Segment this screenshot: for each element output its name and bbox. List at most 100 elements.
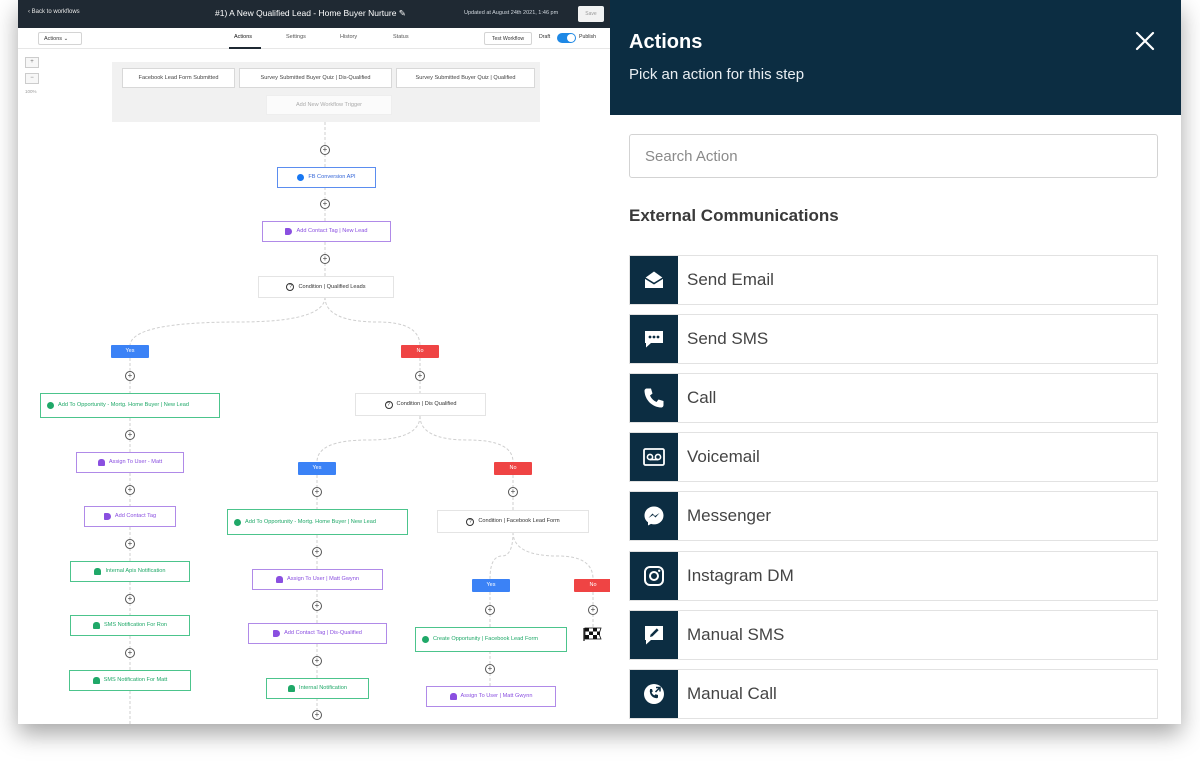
finish-flag-icon xyxy=(583,627,602,641)
add-step-plus-icon[interactable]: + xyxy=(312,710,322,720)
node-label: SMS Notification For Ron xyxy=(103,622,168,628)
trigger-facebook-lead-form[interactable]: Facebook Lead Form Submitted xyxy=(122,68,235,88)
node-add-tag-dis-qualified[interactable]: Add Contact Tag | Dis-Qualified xyxy=(248,623,387,644)
add-step-plus-icon[interactable]: + xyxy=(125,485,135,495)
panel-header: Actions Pick an action for this step xyxy=(610,0,1181,115)
instagram-icon xyxy=(630,552,678,600)
dollar-icon xyxy=(422,636,429,643)
add-step-plus-icon[interactable]: + xyxy=(415,371,425,381)
node-condition-qualified-leads[interactable]: ? Condition | Qualified Leads xyxy=(258,276,394,298)
add-step-plus-icon[interactable]: + xyxy=(125,539,135,549)
dollar-icon xyxy=(47,402,54,409)
node-add-to-opportunity-2[interactable]: Add To Opportunity - Mortg. Home Buyer |… xyxy=(227,509,408,535)
facebook-icon xyxy=(297,174,305,181)
action-label: Call xyxy=(687,388,717,407)
question-circle-icon: ? xyxy=(286,283,295,291)
action-manual-call[interactable]: Manual Call xyxy=(629,669,1158,719)
trigger-survey-dis-qualified[interactable]: Survey Submitted Buyer Quiz | Dis-Qualif… xyxy=(239,68,392,88)
node-assign-user-matt-gwynn[interactable]: Assign To User | Matt Gwynn xyxy=(252,569,383,590)
add-workflow-trigger-button[interactable]: Add New Workflow Trigger xyxy=(266,95,392,115)
branch-no-badge: No xyxy=(494,462,532,475)
action-label: Send Email xyxy=(687,270,774,289)
bell-icon xyxy=(94,568,102,575)
add-step-plus-icon[interactable]: + xyxy=(320,145,330,155)
add-step-plus-icon[interactable]: + xyxy=(312,547,322,557)
node-label: Condition | Qualified Leads xyxy=(298,283,366,290)
add-step-plus-icon[interactable]: + xyxy=(312,601,322,611)
question-circle-icon: ? xyxy=(384,400,393,409)
question-circle-icon: ? xyxy=(466,517,475,526)
add-step-plus-icon[interactable]: + xyxy=(125,648,135,658)
bell-icon xyxy=(92,677,100,684)
action-voicemail[interactable]: Voicemail xyxy=(629,432,1158,482)
node-add-tag-new-lead[interactable]: Add Contact Tag | New Lead xyxy=(262,221,391,242)
node-label: FB Conversion API xyxy=(308,174,356,180)
add-step-plus-icon[interactable]: + xyxy=(485,605,495,615)
node-condition-facebook-lead-form[interactable]: ? Condition | Facebook Lead Form xyxy=(437,510,589,533)
branch-no-badge: No xyxy=(401,345,439,358)
branch-yes-badge: Yes xyxy=(472,579,510,592)
node-sms-notification-ron[interactable]: SMS Notification For Ron xyxy=(70,615,190,636)
tag-icon xyxy=(103,513,111,520)
manual-call-icon xyxy=(630,670,678,718)
action-send-email[interactable]: Send Email xyxy=(629,255,1158,305)
dollar-icon xyxy=(234,518,241,526)
action-manual-sms[interactable]: Manual SMS xyxy=(629,610,1158,660)
node-label: Assign To User - Matt xyxy=(108,459,163,465)
node-assign-user-matt[interactable]: Assign To User - Matt xyxy=(76,452,184,473)
add-step-plus-icon[interactable]: + xyxy=(125,371,135,381)
add-step-plus-icon[interactable]: + xyxy=(508,487,518,497)
node-add-contact-tag[interactable]: Add Contact Tag xyxy=(84,506,176,527)
search-action-input[interactable] xyxy=(629,134,1158,178)
node-fb-conversion-api[interactable]: FB Conversion API xyxy=(277,167,376,188)
node-create-opportunity[interactable]: Create Opportunity | Facebook Lead Form xyxy=(415,627,567,652)
user-icon xyxy=(276,576,284,583)
node-label: Condition | Facebook Lead Form xyxy=(478,518,560,524)
add-step-plus-icon[interactable]: + xyxy=(320,199,330,209)
action-label: Manual Call xyxy=(687,684,777,703)
workflow-canvas[interactable]: + − 100% Facebook Lead Form Submitted Su… xyxy=(18,0,610,724)
tag-icon xyxy=(273,630,281,637)
branch-yes-badge: Yes xyxy=(111,345,149,358)
action-send-sms[interactable]: Send SMS xyxy=(629,314,1158,364)
action-label: Messenger xyxy=(687,506,772,525)
voicemail-icon xyxy=(630,433,678,481)
panel-title: Actions xyxy=(629,31,703,53)
action-label: Send SMS xyxy=(687,329,769,348)
add-step-plus-icon[interactable]: + xyxy=(125,594,135,604)
action-instagram-dm[interactable]: Instagram DM xyxy=(629,551,1158,601)
actions-panel: Actions Pick an action for this step Ext… xyxy=(610,0,1181,724)
panel-subtitle: Pick an action for this step xyxy=(629,66,805,83)
add-step-plus-icon[interactable]: + xyxy=(312,656,322,666)
bell-icon xyxy=(288,685,296,692)
node-label: Add Contact Tag | Dis-Qualified xyxy=(284,630,362,636)
node-label: Assign To User | Matt Gwynn xyxy=(460,693,533,699)
add-step-plus-icon[interactable]: + xyxy=(125,430,135,440)
node-label: Create Opportunity | Facebook Lead Form xyxy=(433,636,538,642)
add-step-plus-icon[interactable]: + xyxy=(485,664,495,674)
node-add-to-opportunity[interactable]: Add To Opportunity - Mortg. Home Buyer |… xyxy=(40,393,220,418)
node-condition-dis-qualified[interactable]: ? Condition | Dis Qualified xyxy=(355,393,486,416)
node-label: SMS Notification For Matt xyxy=(103,677,168,683)
action-call[interactable]: Call xyxy=(629,373,1158,423)
branch-no-badge: No xyxy=(574,579,610,592)
close-icon[interactable] xyxy=(1134,30,1156,52)
add-step-plus-icon[interactable]: + xyxy=(320,254,330,264)
node-assign-user-matt-gwynn-2[interactable]: Assign To User | Matt Gwynn xyxy=(426,686,556,707)
phone-icon xyxy=(630,374,678,422)
app-window: ‹ Back to workflows #1) A New Qualified … xyxy=(18,0,1181,724)
node-label: Internal Notification xyxy=(299,685,347,691)
node-label: Add To Opportunity - Mortg. Home Buyer |… xyxy=(58,402,189,408)
envelope-open-icon xyxy=(630,256,678,304)
node-label: Condition | Dis Qualified xyxy=(396,401,457,407)
node-label: Add To Opportunity - Mortg. Home Buyer |… xyxy=(245,518,376,525)
node-internal-notification[interactable]: Internal Notification xyxy=(266,678,369,699)
action-messenger[interactable]: Messenger xyxy=(629,491,1158,541)
trigger-survey-qualified[interactable]: Survey Submitted Buyer Quiz | Qualified xyxy=(396,68,535,88)
action-label: Voicemail xyxy=(687,447,760,466)
add-step-plus-icon[interactable]: + xyxy=(312,487,322,497)
add-step-plus-icon[interactable]: + xyxy=(588,605,598,615)
user-icon xyxy=(97,459,105,466)
node-sms-notification-matt[interactable]: SMS Notification For Matt xyxy=(69,670,191,691)
node-internal-apis-notification[interactable]: Internal Apis Notification xyxy=(70,561,190,582)
